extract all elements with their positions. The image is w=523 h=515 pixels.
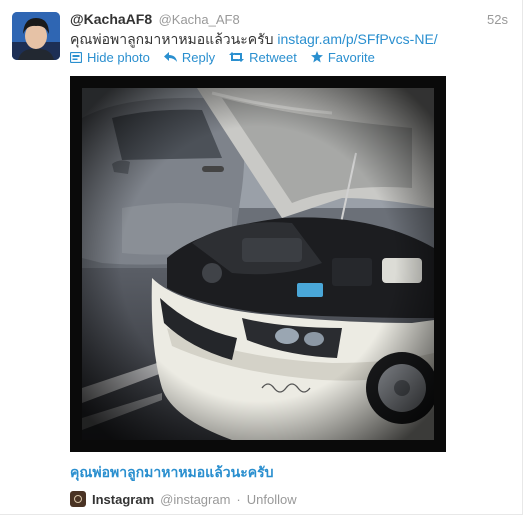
avatar-image: [12, 12, 60, 60]
tweet-text: คุณพ่อพาลูกมาหาหมอแล้วนะครับ instagr.am/…: [70, 30, 510, 48]
instagram-name[interactable]: Instagram: [92, 492, 154, 507]
timestamp[interactable]: 52s: [487, 12, 508, 27]
favorite-button[interactable]: Favorite: [310, 48, 375, 66]
hide-photo-label: Hide photo: [87, 49, 150, 65]
full-name[interactable]: @KachaAF8: [70, 11, 152, 27]
retweet-label: Retweet: [249, 49, 297, 65]
avatar[interactable]: [12, 12, 60, 60]
favorite-star-icon: [310, 51, 323, 63]
retweet-button[interactable]: Retweet: [229, 48, 297, 66]
media-attribution: Instagram @instagram · Unfollow: [70, 490, 297, 508]
username[interactable]: @Kacha_AF8: [159, 12, 240, 27]
media-photo[interactable]: [70, 76, 446, 452]
tweet-link[interactable]: instagr.am/p/SFfPvcs-NE/: [277, 31, 437, 47]
media-caption-link[interactable]: คุณพ่อพาลูกมาหาหมอแล้วนะครับ: [70, 462, 510, 484]
photo-icon: [70, 51, 82, 63]
hide-photo-button[interactable]: Hide photo: [70, 48, 150, 66]
tweet-actions: Hide photo Reply Retweet Favorite: [70, 48, 375, 66]
reply-icon: [163, 52, 177, 62]
favorite-label: Favorite: [327, 49, 375, 65]
tweet-card: @KachaAF8 @Kacha_AF8 52s คุณพ่อพาลูกมาหา…: [0, 0, 523, 515]
reply-label: Reply: [181, 49, 216, 65]
retweet-icon: [229, 52, 245, 62]
tweet-body-text: คุณพ่อพาลูกมาหาหมอแล้วนะครับ: [70, 31, 274, 47]
tweet-header: @KachaAF8 @Kacha_AF8 52s: [70, 11, 510, 29]
instagram-handle[interactable]: @instagram: [160, 492, 230, 507]
instagram-icon[interactable]: [70, 491, 86, 507]
separator-dot: ·: [236, 491, 241, 507]
unfollow-button[interactable]: Unfollow: [247, 492, 297, 507]
car-engine-photo: [82, 88, 434, 440]
reply-button[interactable]: Reply: [163, 48, 216, 66]
